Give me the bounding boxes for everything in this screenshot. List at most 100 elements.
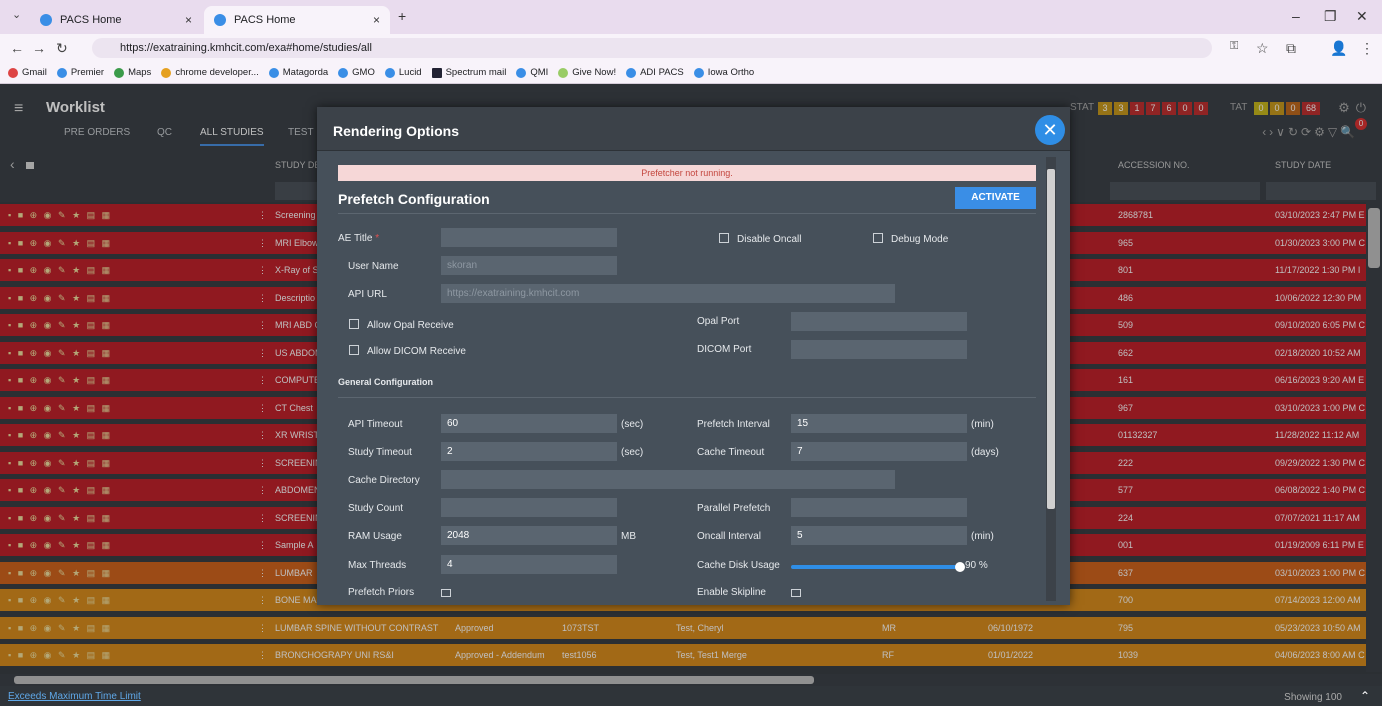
cache-disk-usage-slider[interactable] [791,562,965,572]
enable-skipline-label: Enable Skipline [697,587,766,597]
study-timeout-label: Study Timeout [348,447,412,458]
ram-usage-unit: MB [621,531,636,542]
bookmark-label: chrome developer... [175,67,259,78]
reload-icon[interactable]: ↻ [56,40,68,57]
url-input[interactable]: https://exatraining.kmhcit.com/exa#home/… [92,38,1212,58]
prefetch-priors-checkbox[interactable] [441,589,451,597]
exceeds-time-link[interactable]: Exceeds Maximum Time Limit [8,691,141,702]
api-timeout-input[interactable]: 60 [441,414,617,433]
prefetch-interval-unit: (min) [971,419,994,430]
cache-timeout-label: Cache Timeout [697,447,765,458]
divider [338,213,1036,214]
bookmark-adi-pacs[interactable]: ADI PACS [626,67,684,78]
dialog-header: Rendering Options [317,107,1070,151]
debug-mode-label: Debug Mode [891,234,949,245]
bookmark-label: Maps [128,67,152,78]
menu-icon[interactable]: ⋮ [1360,40,1374,57]
study-timeout-input[interactable]: 2 [441,442,617,461]
bookmark-spectrum[interactable]: Spectrum mail [431,67,507,78]
allow-dicom-checkbox[interactable] [349,345,359,355]
scroll-thumb[interactable] [1047,169,1055,509]
disable-oncall-label: Disable Oncall [737,234,802,245]
key-icon[interactable]: ⚿ [1230,40,1238,53]
max-threads-label: Max Threads [348,560,407,571]
allow-opal-checkbox[interactable] [349,319,359,329]
browser-tab-2[interactable]: PACS Home × [204,6,390,34]
bookmark-qmi[interactable]: QMI [516,67,548,78]
bookmark-label: Give Now! [572,67,617,78]
slider-knob[interactable] [955,562,965,572]
prefetch-priors-label: Prefetch Priors [348,587,415,597]
tab-search-icon[interactable]: ⌄ [12,8,21,21]
oncall-interval-input[interactable]: 5 [791,526,967,545]
close-tab-icon[interactable]: × [185,13,192,27]
iowa-ortho-icon [693,67,704,78]
forward-icon[interactable]: → [32,40,46,56]
address-bar-row: ← → ↻ https://exatraining.kmhcit.com/exa… [0,34,1382,62]
bookmark-chrome-dev[interactable]: chrome developer... [161,67,259,78]
study-timeout-unit: (sec) [621,447,644,458]
spectrum-icon [431,67,442,78]
cache-directory-input[interactable] [441,470,895,489]
enable-skipline-checkbox[interactable] [791,589,801,597]
maps-icon [114,67,125,78]
profile-icon[interactable]: 👤 [1330,40,1347,57]
user-name-input[interactable]: skoran [441,256,617,275]
user-name-label: User Name [348,261,399,272]
bookmark-premier[interactable]: Premier [56,67,104,78]
dicom-port-input[interactable] [791,340,967,359]
minimize-icon[interactable]: – [1292,8,1300,24]
bookmark-lucid[interactable]: Lucid [384,67,422,78]
browser-tab-1[interactable]: PACS Home × [30,6,202,34]
star-icon[interactable]: ☆ [1256,40,1269,57]
bookmark-gmo[interactable]: GMO [338,67,375,78]
gmail-icon [8,67,18,78]
restore-icon[interactable]: ❐ [1324,8,1337,25]
opal-port-input[interactable] [791,312,967,331]
lucid-icon [384,67,395,78]
api-url-input[interactable]: https://exatraining.kmhcit.com [441,284,895,303]
close-window-icon[interactable]: ✕ [1356,8,1368,25]
debug-mode-checkbox[interactable] [873,233,883,243]
disable-oncall-checkbox[interactable] [719,233,729,243]
close-tab-icon[interactable]: × [373,13,380,27]
prefetcher-warning: Prefetcher not running. [338,165,1036,181]
dialog-scrollbar[interactable] [1046,157,1056,601]
dialog-body: Prefetcher not running. Prefetch Configu… [317,151,1070,605]
dicom-port-label: DICOM Port [697,344,752,355]
new-tab-icon[interactable]: + [398,8,406,24]
rendering-options-dialog: Rendering Options Prefetcher not running… [317,107,1070,605]
adi-pacs-icon [626,67,637,78]
activate-button[interactable]: ACTIVATE [955,187,1036,209]
bookmark-label: Spectrum mail [445,67,507,78]
pacs-favicon-icon [40,14,52,26]
extensions-icon[interactable]: ⧉ [1286,40,1296,57]
cache-timeout-input[interactable]: 7 [791,442,967,461]
bookmark-label: GMO [352,67,375,78]
chevron-up-icon[interactable]: ⌃ [1360,689,1370,703]
prefetch-interval-input[interactable]: 15 [791,414,967,433]
parallel-prefetch-input[interactable] [791,498,967,517]
ram-usage-input[interactable]: 2048 [441,526,617,545]
ae-title-input[interactable] [441,228,617,247]
pacs-favicon-icon [214,14,226,26]
bookmark-iowa-ortho[interactable]: Iowa Ortho [693,67,754,78]
bookmark-gmail[interactable]: Gmail [8,67,47,78]
api-url-label: API URL [348,289,387,300]
label-text: AE Title [338,233,373,244]
close-dialog-button[interactable]: ✕ [1035,115,1065,145]
bookmark-maps[interactable]: Maps [114,67,151,78]
premier-icon [56,67,67,78]
api-timeout-label: API Timeout [348,419,403,430]
allow-dicom-label: Allow DICOM Receive [367,346,466,357]
max-threads-input[interactable]: 4 [441,555,617,574]
bookmark-matagorda[interactable]: Matagorda [268,67,328,78]
study-count-input[interactable] [441,498,617,517]
cache-disk-value: 90 % [965,560,988,571]
bookmark-give-now[interactable]: Give Now! [558,67,616,78]
ae-title-label: AE Title * [338,233,379,244]
back-icon[interactable]: ← [10,40,24,56]
bookmark-label: QMI [530,67,549,78]
ram-usage-label: RAM Usage [348,531,402,542]
section-prefetch-configuration: Prefetch Configuration [338,191,490,207]
